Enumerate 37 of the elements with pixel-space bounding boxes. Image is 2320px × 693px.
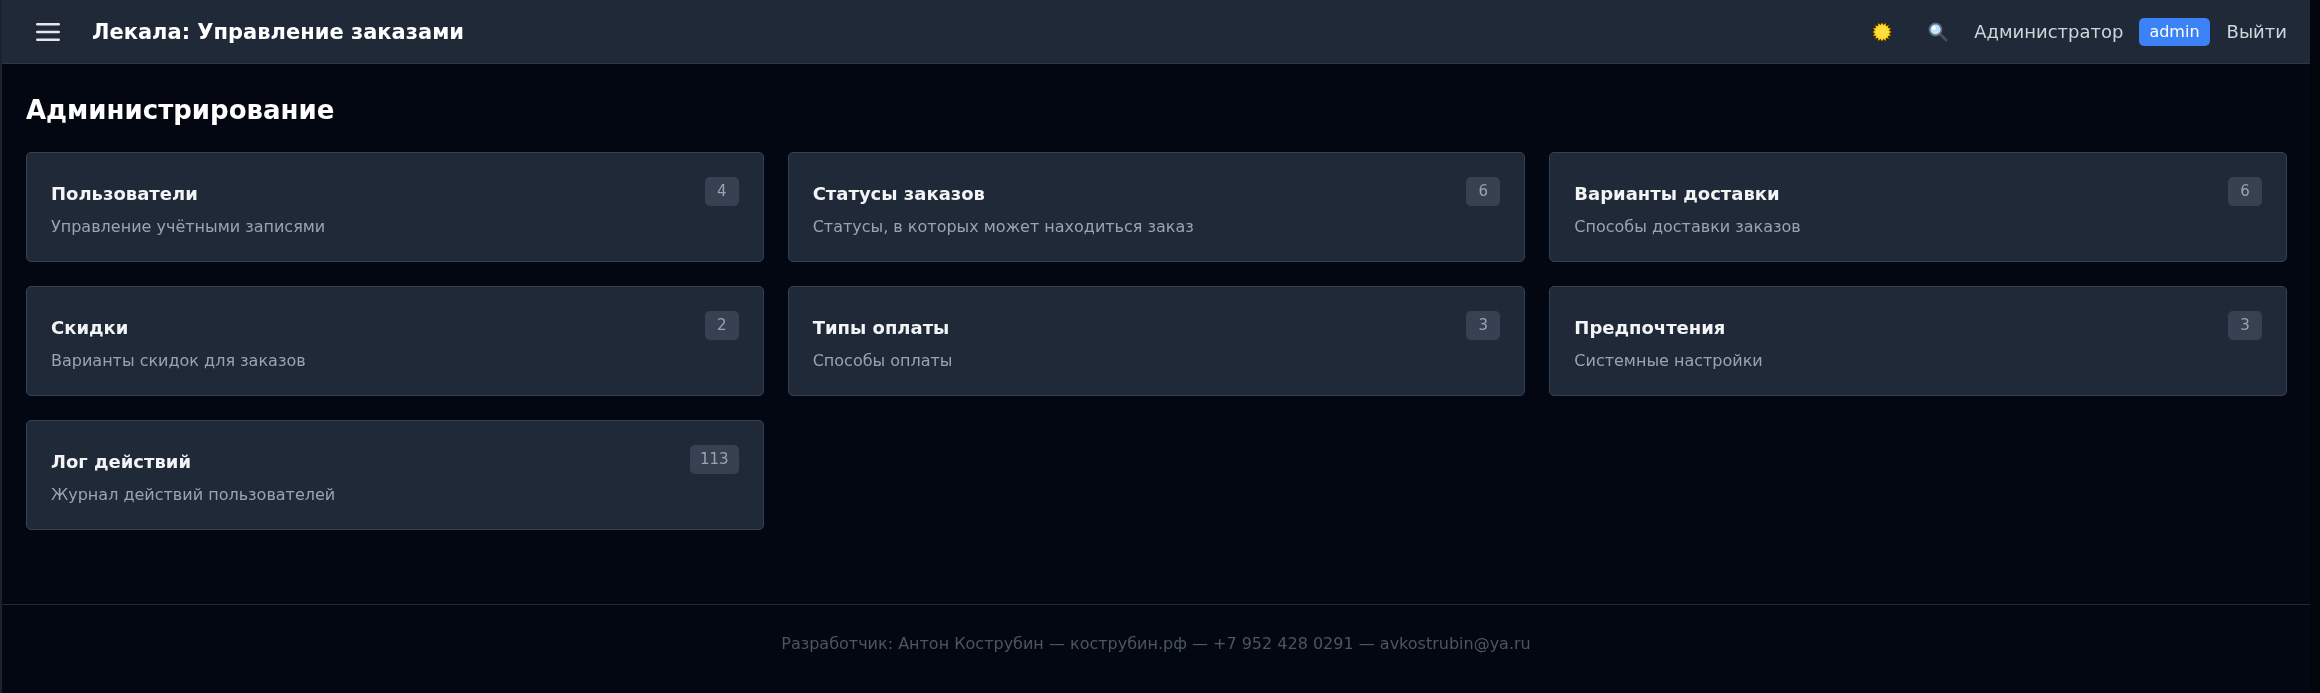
count-badge: 6 (1466, 177, 1501, 206)
admin-card[interactable]: Варианты доставки Способы доставки заказов 6 (1549, 152, 2287, 262)
card-description: Способы оплаты (812, 350, 953, 372)
count-badge: 4 (704, 177, 739, 206)
footer-text: Разработчик: Антон Кострубин — кострубин.рф — +7 952 428 0291 — avkostrubin@ya.ru (781, 633, 1531, 655)
count-badge: 3 (1466, 311, 1501, 340)
search-icon[interactable] (1928, 21, 1949, 42)
admin-card[interactable]: Лог действий Журнал действий пользователей 113 (26, 420, 764, 530)
admin-card[interactable]: Предпочтения Системные настройки 3 (1549, 286, 2287, 396)
logout-link[interactable]: Выйти (2226, 21, 2287, 42)
count-badge: 2 (704, 311, 739, 340)
user-name: Администратор (1974, 21, 2124, 42)
admin-card[interactable]: Пользователи Управление учётными записями 4 (26, 152, 764, 262)
menu-icon[interactable] (36, 21, 60, 42)
card-title: Типы оплаты (812, 316, 950, 340)
card-description: Системные настройки (1574, 350, 1763, 372)
app-title: Лекала: Управление заказами (92, 19, 464, 44)
card-description: Варианты скидок для заказов (51, 350, 306, 372)
card-title: Статусы заказов (812, 182, 985, 206)
card-description: Способы доставки заказов (1574, 216, 1801, 238)
count-badge: 6 (2228, 177, 2262, 206)
card-title: Лог действий (51, 450, 192, 474)
card-description: Управление учётными записями (51, 216, 326, 238)
card-title: Скидки (51, 316, 129, 340)
count-badge: 3 (2228, 311, 2262, 340)
card-title: Варианты доставки (1574, 182, 1780, 206)
count-badge: 113 (690, 445, 739, 474)
card-title: Пользователи (51, 182, 198, 206)
admin-card[interactable]: Скидки Варианты скидок для заказов 2 (26, 286, 764, 396)
sun-icon[interactable] (1871, 20, 1894, 43)
admin-card[interactable]: Типы оплаты Способы оплаты 3 (787, 286, 1526, 396)
role-badge: admin (2139, 17, 2210, 46)
card-description: Журнал действий пользователей (51, 484, 336, 506)
card-title: Предпочтения (1574, 316, 1726, 340)
admin-card[interactable]: Статусы заказов Статусы, в которых может находиться заказ 6 (787, 152, 1526, 262)
card-description: Статусы, в которых может находиться заказ (812, 216, 1194, 238)
page-heading: Администрирование (26, 94, 335, 127)
